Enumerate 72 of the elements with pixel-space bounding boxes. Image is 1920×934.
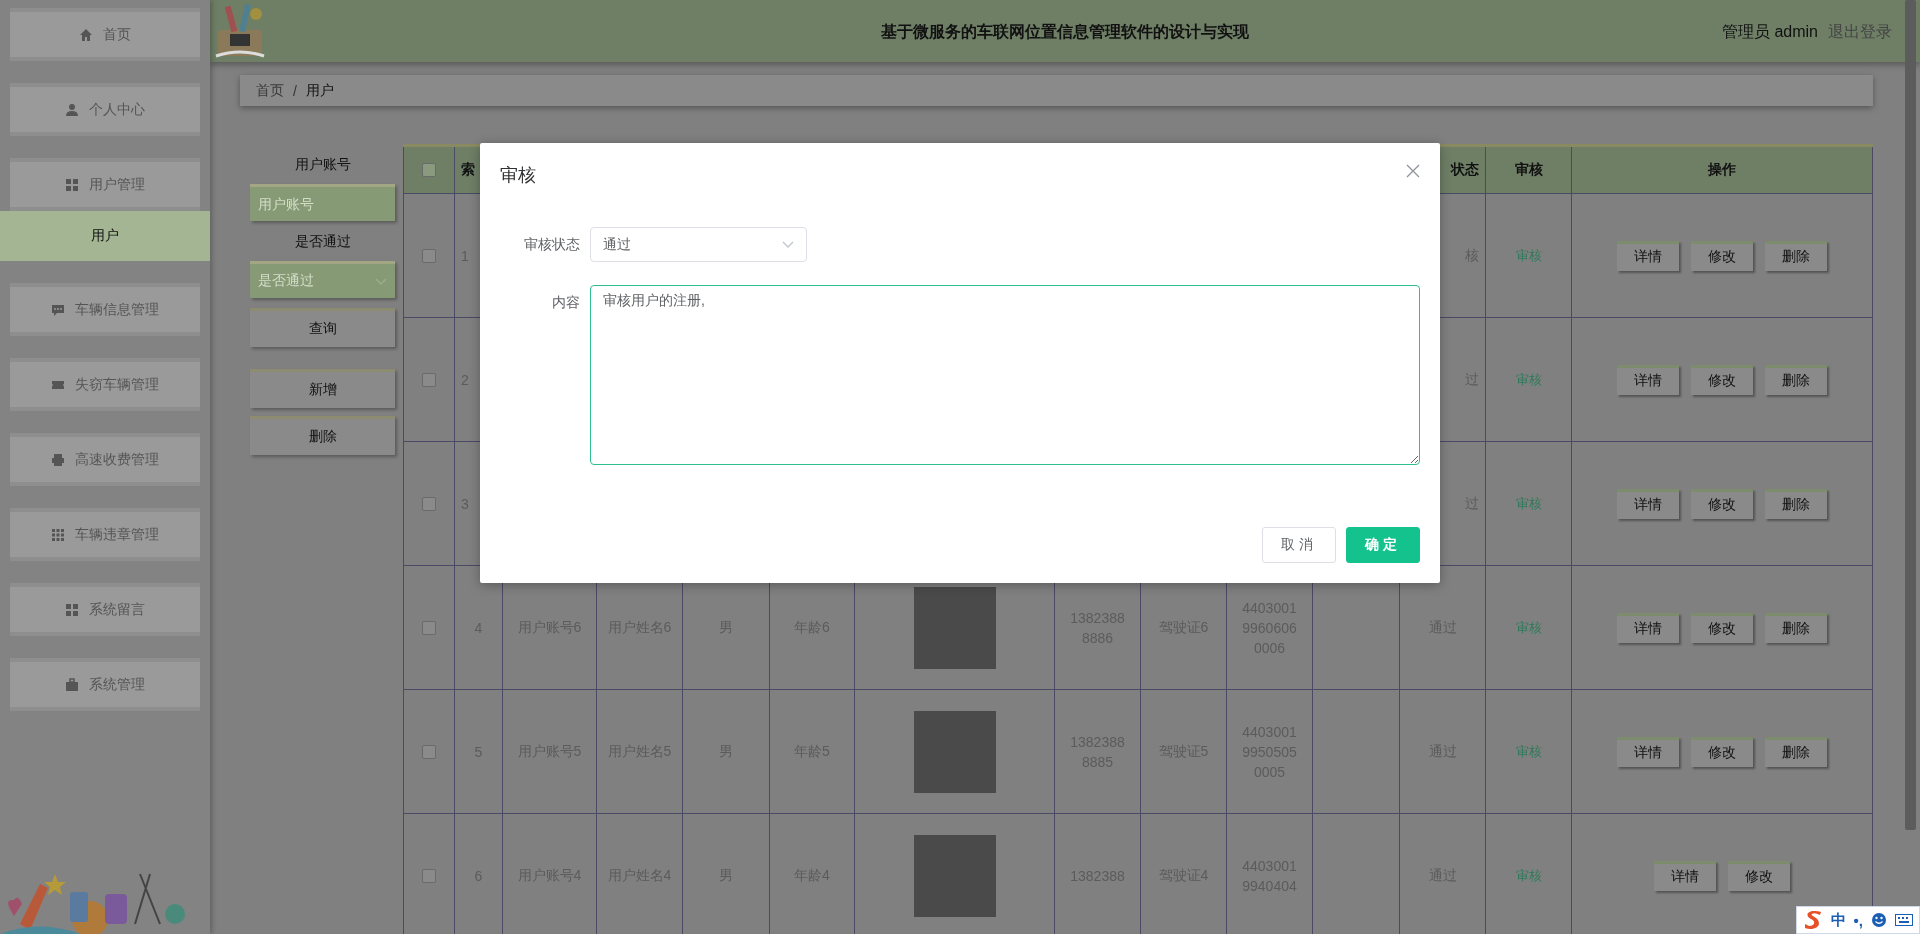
action-button[interactable]: 详情: [1654, 860, 1716, 891]
smiley-icon: [1871, 912, 1887, 928]
chevron-icon: [375, 277, 387, 285]
sidebar-item[interactable]: 用户管理: [10, 158, 200, 211]
scrollbar[interactable]: [1905, 0, 1916, 830]
action-button[interactable]: 查询: [250, 308, 395, 347]
action-button[interactable]: 修改: [1691, 612, 1753, 643]
cancel-button[interactable]: 取消: [1262, 527, 1336, 563]
grid-icon: [65, 177, 79, 192]
action-button[interactable]: 删除: [1765, 612, 1827, 643]
chat-icon: [51, 302, 65, 317]
sidebar-item[interactable]: 高速收费管理: [10, 433, 200, 486]
ime-logo-icon: [1802, 910, 1823, 930]
action-button[interactable]: 修改: [1691, 240, 1753, 271]
form-label: 内容: [551, 293, 580, 312]
action-button[interactable]: 删除: [1765, 364, 1827, 395]
sidebar-item[interactable]: 系统管理: [10, 658, 200, 711]
action-button[interactable]: 新增: [250, 369, 395, 408]
checkbox[interactable]: [422, 372, 436, 387]
column-header: 索: [461, 161, 475, 179]
sidebar-item[interactable]: 系统留言: [10, 583, 200, 636]
action-button[interactable]: 修改: [1728, 860, 1790, 891]
checkbox[interactable]: [422, 163, 436, 177]
close-icon: [1406, 164, 1420, 178]
admin-label: 管理员 admin: [1721, 21, 1818, 42]
briefcase-icon: [65, 677, 79, 692]
breadcrumb-link[interactable]: 首页: [256, 81, 284, 100]
action-button[interactable]: 详情: [1617, 240, 1679, 271]
input-field[interactable]: 用户账号: [250, 184, 395, 221]
action-button[interactable]: 详情: [1617, 364, 1679, 395]
checkbox[interactable]: [422, 620, 436, 635]
field-label: 用户账号: [293, 156, 352, 174]
form-label: 审核状态: [523, 235, 580, 254]
action-button[interactable]: 删除: [1765, 488, 1827, 519]
checkbox[interactable]: [422, 248, 436, 263]
checkbox[interactable]: [422, 744, 436, 759]
action-button[interactable]: 删除: [1765, 736, 1827, 767]
dialog-title: 审核: [500, 164, 536, 187]
sidebar-item[interactable]: 车辆违章管理: [10, 508, 200, 561]
breadcrumb-current: 用户: [305, 81, 334, 100]
page-title: 基于微服务的车联网位置信息管理软件的设计与实现: [881, 21, 1249, 42]
chevron-icon: [782, 241, 794, 248]
action-button[interactable]: 详情: [1617, 488, 1679, 519]
action-button[interactable]: 详情: [1617, 612, 1679, 643]
textarea-field[interactable]: 审核用户的注册,: [590, 285, 1420, 465]
grid-icon: [51, 527, 65, 542]
column-header: 状态: [1451, 161, 1479, 179]
home-icon: [79, 27, 93, 42]
action-button[interactable]: 修改: [1691, 736, 1753, 767]
action-button[interactable]: 修改: [1691, 488, 1753, 519]
printer-icon: [51, 452, 65, 467]
action-button[interactable]: 修改: [1691, 364, 1753, 395]
keyboard-icon: [1895, 912, 1913, 928]
select-field[interactable]: 通过: [590, 227, 807, 262]
sidebar-item[interactable]: 首页: [10, 8, 200, 61]
sidebar-item[interactable]: 失窃车辆管理: [10, 358, 200, 411]
user-icon: [65, 102, 79, 117]
action-button[interactable]: 删除: [1765, 240, 1827, 271]
checkbox[interactable]: [422, 868, 436, 883]
grid-icon: [65, 602, 79, 617]
ime-punctuation[interactable]: •,: [1853, 911, 1863, 929]
sidebar-subitem[interactable]: 用户: [0, 211, 210, 261]
column-header: 操作: [1708, 161, 1736, 179]
ime-mode[interactable]: 中: [1830, 910, 1846, 930]
field-label: 是否通过: [293, 233, 352, 251]
action-button[interactable]: 详情: [1617, 736, 1679, 767]
breadcrumb-separator: /: [293, 82, 297, 99]
sidebar-item[interactable]: 车辆信息管理: [10, 283, 200, 336]
action-button[interactable]: 删除: [250, 416, 395, 455]
close-button[interactable]: [1406, 164, 1420, 178]
column-header: 审核: [1514, 161, 1543, 179]
checkbox[interactable]: [422, 496, 436, 511]
